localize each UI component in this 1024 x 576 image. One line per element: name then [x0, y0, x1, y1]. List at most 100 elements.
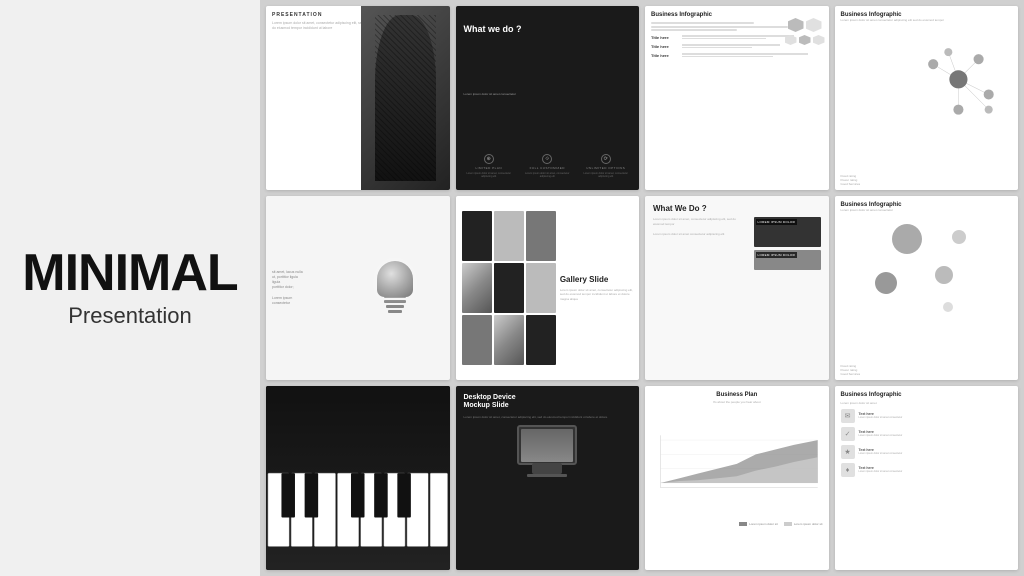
hexagon-sm3	[813, 35, 825, 45]
slide-3[interactable]: Business Infographic Title h	[645, 6, 829, 190]
t-line	[682, 56, 773, 58]
piano-svg	[266, 450, 450, 570]
slide-1-text: Lorem ipsum dolor sit amet, consectetur …	[272, 21, 366, 31]
icon-1-label: FULL CUSTOMIZED	[530, 166, 565, 170]
icon-list-item-1: ✓ Text here Lorem ipsum dolor sit amet c…	[841, 427, 1013, 441]
gallery-desc: Lorem ipsum dolor sit amet, consectetur …	[560, 288, 633, 301]
bulb-globe	[377, 261, 413, 297]
legend-item-1: Lorem ipsum dolor sit	[739, 522, 778, 526]
slide-9[interactable]	[266, 386, 450, 570]
slide-5-placeholder: sit amet, lacus nullaut, porttitor ligul…	[272, 270, 341, 307]
slide-7-desc: Lorem ipsum dolor sit amet, consectetur …	[653, 217, 748, 226]
photo-cell-9	[526, 315, 556, 365]
legend-label-2: Lorem ipsum dolor sit	[794, 522, 823, 526]
slide-8-labels: Fixed rating Power rating Good Services	[841, 364, 861, 376]
bubble-4	[875, 272, 897, 294]
icon-list-sub-0: Lorem ipsum dolor sit amet consectetur	[859, 416, 903, 420]
slide-4-labels: Fixed rating Power rating Good Services	[841, 174, 861, 186]
hexagon-dark	[788, 18, 804, 32]
bulb-stripe-3	[386, 305, 404, 308]
photo-cell-4	[462, 263, 492, 313]
legend-item-2: Lorem ipsum dolor sit	[784, 522, 823, 526]
slide-8-text: Lorem ipsum dolor sit amet consectetur	[841, 208, 1013, 212]
photo-grid	[462, 211, 556, 366]
photo-cell-3	[526, 211, 556, 261]
hexagon-sm2	[799, 35, 811, 45]
photo-cell-5	[494, 263, 524, 313]
t-line	[682, 47, 752, 49]
bulb-container	[347, 261, 444, 316]
icon-list-sub-1: Lorem ipsum dolor sit amet consectetur	[859, 434, 903, 438]
icon-item-2: ⟳ UNLIMITED OPTIONS Lorem ipsum dolor si…	[581, 154, 632, 179]
slide-12-text: Lorem ipsum dolor sit amet	[841, 401, 1013, 405]
desktop-mockup	[464, 425, 632, 477]
img-container-1: LOREM IPSUM DOLOR	[754, 217, 821, 247]
legend-color-2	[784, 522, 792, 526]
icon-2-label: UNLIMITED OPTIONS	[586, 166, 625, 170]
legend-label-1: Lorem ipsum dolor sit	[749, 522, 778, 526]
slide-12-title: Business Infographic	[841, 392, 1013, 398]
slide-11-desc: It's about the people you hear about	[651, 400, 823, 404]
slide-7-images: LOREM IPSUM DOLOR LOREM IPSUM DOLOR	[754, 217, 821, 270]
monitor-frame	[517, 425, 577, 465]
bulb-stripe-2	[384, 300, 406, 303]
hexagon-light	[806, 18, 822, 32]
slide-5-text: sit amet, lacus nullaut, porttitor ligul…	[272, 270, 341, 307]
slide-2-question: What we do ?	[464, 24, 632, 34]
slide-1[interactable]: PRESENTATION Lorem ipsum dolor sit amet,…	[266, 6, 450, 190]
lightbulb	[375, 261, 415, 316]
monitor-wrapper	[517, 425, 577, 477]
hexagon-shapes	[785, 18, 825, 45]
t-label-2: Title here	[651, 53, 679, 58]
bulb-stripe-4	[388, 310, 401, 313]
icon-0-label: LIMITED PLAN	[475, 166, 502, 170]
icon-list-content-2: Text here Lorem ipsum dolor sit amet con…	[859, 448, 903, 456]
photo-cell-1	[462, 211, 492, 261]
t-line	[682, 44, 780, 46]
slide-8[interactable]: Business Infographic Lorem ipsum dolor s…	[835, 196, 1019, 380]
icon-item-0: ⊕ LIMITED PLAN Lorem ipsum dolor sit ame…	[464, 154, 515, 179]
hero-title: MINIMAL	[22, 247, 237, 299]
slide-7-content: Lorem ipsum dolor sit amet, consectetur …	[653, 217, 821, 270]
slide-2[interactable]: What we do ? Lorem ipsum dolor sit amet …	[456, 6, 640, 190]
monitor-screen	[521, 429, 573, 462]
slide-7-lorem: Lorem ipsum dolor sit amet consectetur a…	[653, 232, 748, 237]
slide-10-desc: Lorem ipsum dolor sit amet, consectetur …	[464, 415, 632, 420]
person-silhouette	[375, 15, 437, 181]
refresh-icon: ⟳	[601, 154, 611, 164]
slide-5[interactable]: sit amet, lacus nullaut, porttitor ligul…	[266, 196, 450, 380]
p-line	[651, 29, 737, 31]
check-icon: ✓	[841, 427, 855, 441]
slide-4[interactable]: Business Infographic Lorem ipsum dolor s…	[835, 6, 1019, 190]
slide-6[interactable]: Gallery Slide Lorem ipsum dolor sit amet…	[456, 196, 640, 380]
slide-1-image	[361, 6, 449, 190]
bubble-5	[943, 302, 953, 312]
lorem-tag-1: LOREM IPSUM DOLOR	[756, 219, 798, 225]
slide-10-title: Desktop DeviceMockup Slide	[464, 394, 632, 411]
slide-7-title: What We Do ?	[653, 204, 821, 213]
area-chart	[651, 408, 823, 520]
slide-11[interactable]: Business Plan It's about the people you …	[645, 386, 829, 570]
diagonal-overlay	[375, 15, 437, 181]
icon-list-sub-2: Lorem ipsum dolor sit amet consectetur	[859, 452, 903, 456]
slide-7[interactable]: What We Do ? Lorem ipsum dolor sit amet,…	[645, 196, 829, 380]
title-item-2: Title here	[651, 53, 823, 58]
chart-icon: ⟐	[542, 154, 552, 164]
lorem-tag-2: LOREM IPSUM DOLOR	[756, 252, 798, 258]
legend-color-1	[739, 522, 747, 526]
bubble-3	[952, 230, 966, 244]
bubble-1	[892, 224, 922, 254]
slide-11-title: Business Plan	[651, 392, 823, 398]
t-line	[682, 38, 766, 40]
icon-item-1: ⟐ FULL CUSTOMIZED Lorem ipsum dolor sit …	[522, 154, 573, 179]
gallery-text: Gallery Slide Lorem ipsum dolor sit amet…	[560, 275, 633, 301]
slide-10[interactable]: Desktop DeviceMockup Slide Lorem ipsum d…	[456, 386, 640, 570]
mail-icon: ✉	[841, 409, 855, 423]
photo-cell-2	[494, 211, 524, 261]
t-line	[682, 35, 794, 37]
t-line	[682, 53, 808, 55]
t-label-1: Title here	[651, 44, 679, 49]
icon-1-desc: Lorem ipsum dolor sit amet, consectetur …	[522, 172, 573, 179]
icon-list-sub-3: Lorem ipsum dolor sit amet consectetur	[859, 470, 903, 474]
slide-12[interactable]: Business Infographic Lorem ipsum dolor s…	[835, 386, 1019, 570]
